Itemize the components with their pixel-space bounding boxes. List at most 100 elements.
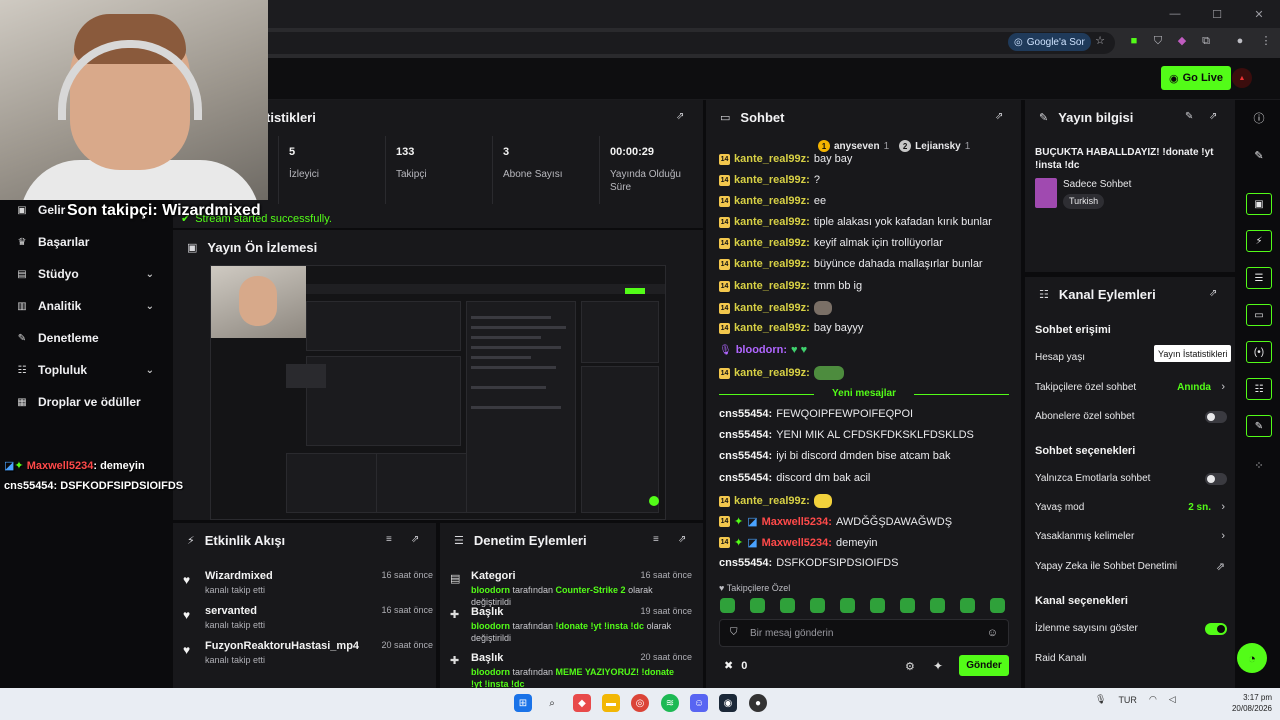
broadcast-stats-icon[interactable]: (•) xyxy=(1246,341,1272,363)
chat-username[interactable]: kante_real99z: xyxy=(734,495,810,507)
chat-username[interactable]: kante_real99z: xyxy=(734,367,810,379)
discord-icon[interactable]: ☺ xyxy=(690,694,708,712)
chat-username[interactable]: kante_real99z: xyxy=(734,153,810,165)
chat-username[interactable]: kante_real99z: xyxy=(734,216,810,228)
volume-icon[interactable]: ◁ xyxy=(1169,694,1176,705)
chat-message[interactable]: 14 kante_real99z: büyünce dahada mallaşır… xyxy=(719,258,1009,270)
chat-message[interactable]: cns55454: discord dm bak acil xyxy=(719,472,1009,484)
setting-subs-only[interactable]: Abonelere özel sohbet xyxy=(1035,411,1227,427)
app-icon[interactable]: ◆ xyxy=(573,694,591,712)
chat-message[interactable]: 14 kante_real99z: bay bay xyxy=(719,153,1009,165)
setting-slow-mode[interactable]: Yavaş mod 2 sn. › xyxy=(1035,501,1225,518)
chat-username[interactable]: kante_real99z: xyxy=(734,174,810,186)
close-icon[interactable]: ✕ xyxy=(1238,0,1280,28)
extension-icon[interactable]: ◆ xyxy=(1175,34,1189,48)
stats-icon[interactable]: ▣ xyxy=(1246,193,1272,215)
setting-raid[interactable]: Raid Kanalı xyxy=(1035,653,1225,669)
emoji-icon[interactable]: ☺ xyxy=(987,627,998,639)
help-button[interactable]: ◔ xyxy=(1237,643,1267,673)
language-indicator[interactable]: TUR xyxy=(1118,695,1137,705)
popout-icon[interactable]: ⇗ xyxy=(678,534,686,545)
chat-username[interactable]: kante_real99z: xyxy=(734,280,810,292)
emote-picker-icon[interactable]: ✦ xyxy=(933,659,943,673)
chat-username[interactable]: cns55454: xyxy=(719,429,772,441)
chrome-icon[interactable]: ◎ xyxy=(631,694,649,712)
show-viewers-toggle[interactable] xyxy=(1205,623,1227,635)
tag-chip[interactable]: Turkish xyxy=(1063,194,1105,209)
filter-icon[interactable]: ≡ xyxy=(653,534,659,545)
chat-username[interactable]: cns55454: xyxy=(719,472,772,484)
chat-message[interactable]: 14 kante_real99z: tiple alakası yok kafad… xyxy=(719,216,1009,228)
lightning-icon[interactable]: ⚡ xyxy=(1246,230,1272,252)
go-live-button[interactable]: ◉ Go Live xyxy=(1161,66,1231,90)
bookmark-star-icon[interactable]: ☆ xyxy=(1093,34,1107,48)
chat-message[interactable]: cns55454: YENI MIK AL CFDSKFDKSKLFDSKLDS xyxy=(719,429,1009,441)
setting-followers-only[interactable]: Takipçilere özel sohbet Anında › xyxy=(1035,381,1225,398)
obs-icon[interactable]: ● xyxy=(749,694,767,712)
chat-username[interactable]: kante_real99z: xyxy=(734,302,810,314)
send-button[interactable]: Gönder xyxy=(959,655,1009,676)
sliders-icon[interactable]: ☷ xyxy=(1246,378,1272,400)
sidebar-item-studio[interactable]: ▤ Stüdyo ⌄ xyxy=(0,260,172,288)
chat-username[interactable]: kante_real99z: xyxy=(734,322,810,334)
chat-username[interactable]: cns55454: xyxy=(719,450,772,462)
chat-message[interactable]: cns55454: iyi bi discord dmden bise atca… xyxy=(719,450,1009,462)
stream-preview[interactable] xyxy=(210,265,666,520)
chat-username[interactable]: kante_real99z: xyxy=(734,237,810,249)
wifi-icon[interactable]: ◠ xyxy=(1149,694,1157,705)
emote-icon[interactable] xyxy=(750,598,765,613)
folder-icon[interactable]: ▬ xyxy=(602,694,620,712)
sidebar-item-analytics[interactable]: ▥ Analitik ⌄ xyxy=(0,292,172,320)
popout-icon[interactable]: ⇗ xyxy=(995,111,1003,122)
spotify-icon[interactable]: ≋ xyxy=(661,694,679,712)
microphone-icon[interactable]: 🎙 xyxy=(1095,694,1106,705)
sidebar-item-achievements[interactable]: ♛ Başarılar xyxy=(0,228,172,256)
chat-username[interactable]: cns55454: xyxy=(719,557,772,569)
emote-icon[interactable] xyxy=(930,598,945,613)
chat-message[interactable]: 14 kante_real99z: bay bayyy xyxy=(719,322,1009,334)
chat-username[interactable]: Maxwell5234: xyxy=(762,516,832,528)
subs-only-toggle[interactable] xyxy=(1205,411,1227,423)
extension-kick-icon[interactable]: ■ xyxy=(1127,34,1141,48)
info-icon[interactable]: ⓘ xyxy=(1246,107,1272,129)
chat-input[interactable]: ⛉ Bir mesaj gönderin ☺ xyxy=(719,619,1009,647)
chat-username[interactable]: bloodorn: xyxy=(736,344,787,356)
chat-message[interactable]: 14 kante_real99z: xyxy=(719,494,1009,508)
kebab-menu-icon[interactable]: ⋮ xyxy=(1259,34,1273,48)
filter-icon[interactable]: ≡ xyxy=(386,534,392,545)
chat-message[interactable]: 🎙 bloodorn: ♥ ♥ xyxy=(719,344,1009,356)
popout-icon[interactable]: ⇗ xyxy=(1209,288,1217,299)
chat-message[interactable]: 14 kante_real99z: xyxy=(719,366,1009,380)
list-item[interactable]: ♥ Wizardmixed kanalı takip etti 16 saat … xyxy=(183,570,433,604)
google-ask-pill[interactable]: ◎ Google'a Sor xyxy=(1008,33,1091,51)
emote-icon[interactable] xyxy=(870,598,885,613)
chat-message[interactable]: cns55454: FEWQOIPFEWPOIFEQPOI xyxy=(719,408,1009,420)
edit-icon[interactable]: ✎ xyxy=(1185,111,1193,122)
sidebar-item-drops[interactable]: ▦ Droplar ve ödüller xyxy=(0,388,172,416)
minimize-icon[interactable]: — xyxy=(1154,0,1196,28)
chat-message[interactable]: cns55454: DSFKODFSIPDSIOIFDS xyxy=(719,557,1009,569)
sidebar-item-moderation[interactable]: ✎ Denetleme xyxy=(0,324,172,352)
sidebar-item-community[interactable]: ☷ Topluluk ⌄ xyxy=(0,356,172,384)
windows-start-icon[interactable]: ⊞ xyxy=(514,694,532,712)
chat-message[interactable]: 14 ✦ ◪ Maxwell5234: demeyin xyxy=(719,536,1009,549)
chat-message[interactable]: 14 kante_real99z: tmm bb ig xyxy=(719,280,1009,292)
clock[interactable]: 3:17 pm 20/08/2026 xyxy=(1202,692,1272,714)
list-icon[interactable]: ☰ xyxy=(1246,267,1272,289)
emote-icon[interactable] xyxy=(840,598,855,613)
emote-only-toggle[interactable] xyxy=(1205,473,1227,485)
emote-icon[interactable] xyxy=(960,598,975,613)
setting-banned-words[interactable]: Yasaklanmış kelimeler › xyxy=(1035,530,1225,547)
chat-username[interactable]: Maxwell5234: xyxy=(762,537,832,549)
apps-icon[interactable]: ⁘ xyxy=(1246,454,1272,476)
channel-points[interactable]: ✖ 0 xyxy=(724,659,747,673)
chat-message[interactable]: 14 kante_real99z: keyif almak için trollü… xyxy=(719,237,1009,249)
steam-icon[interactable]: ◉ xyxy=(719,694,737,712)
popout-icon[interactable]: ⇗ xyxy=(411,534,419,545)
chat-icon[interactable]: ▭ xyxy=(1246,304,1272,326)
chat-username[interactable]: cns55454: xyxy=(719,408,772,420)
profile-icon[interactable]: ● xyxy=(1233,34,1247,48)
maximize-icon[interactable]: ☐ xyxy=(1196,0,1238,28)
emote-icon[interactable] xyxy=(810,598,825,613)
popout-icon[interactable]: ⇗ xyxy=(676,111,684,122)
